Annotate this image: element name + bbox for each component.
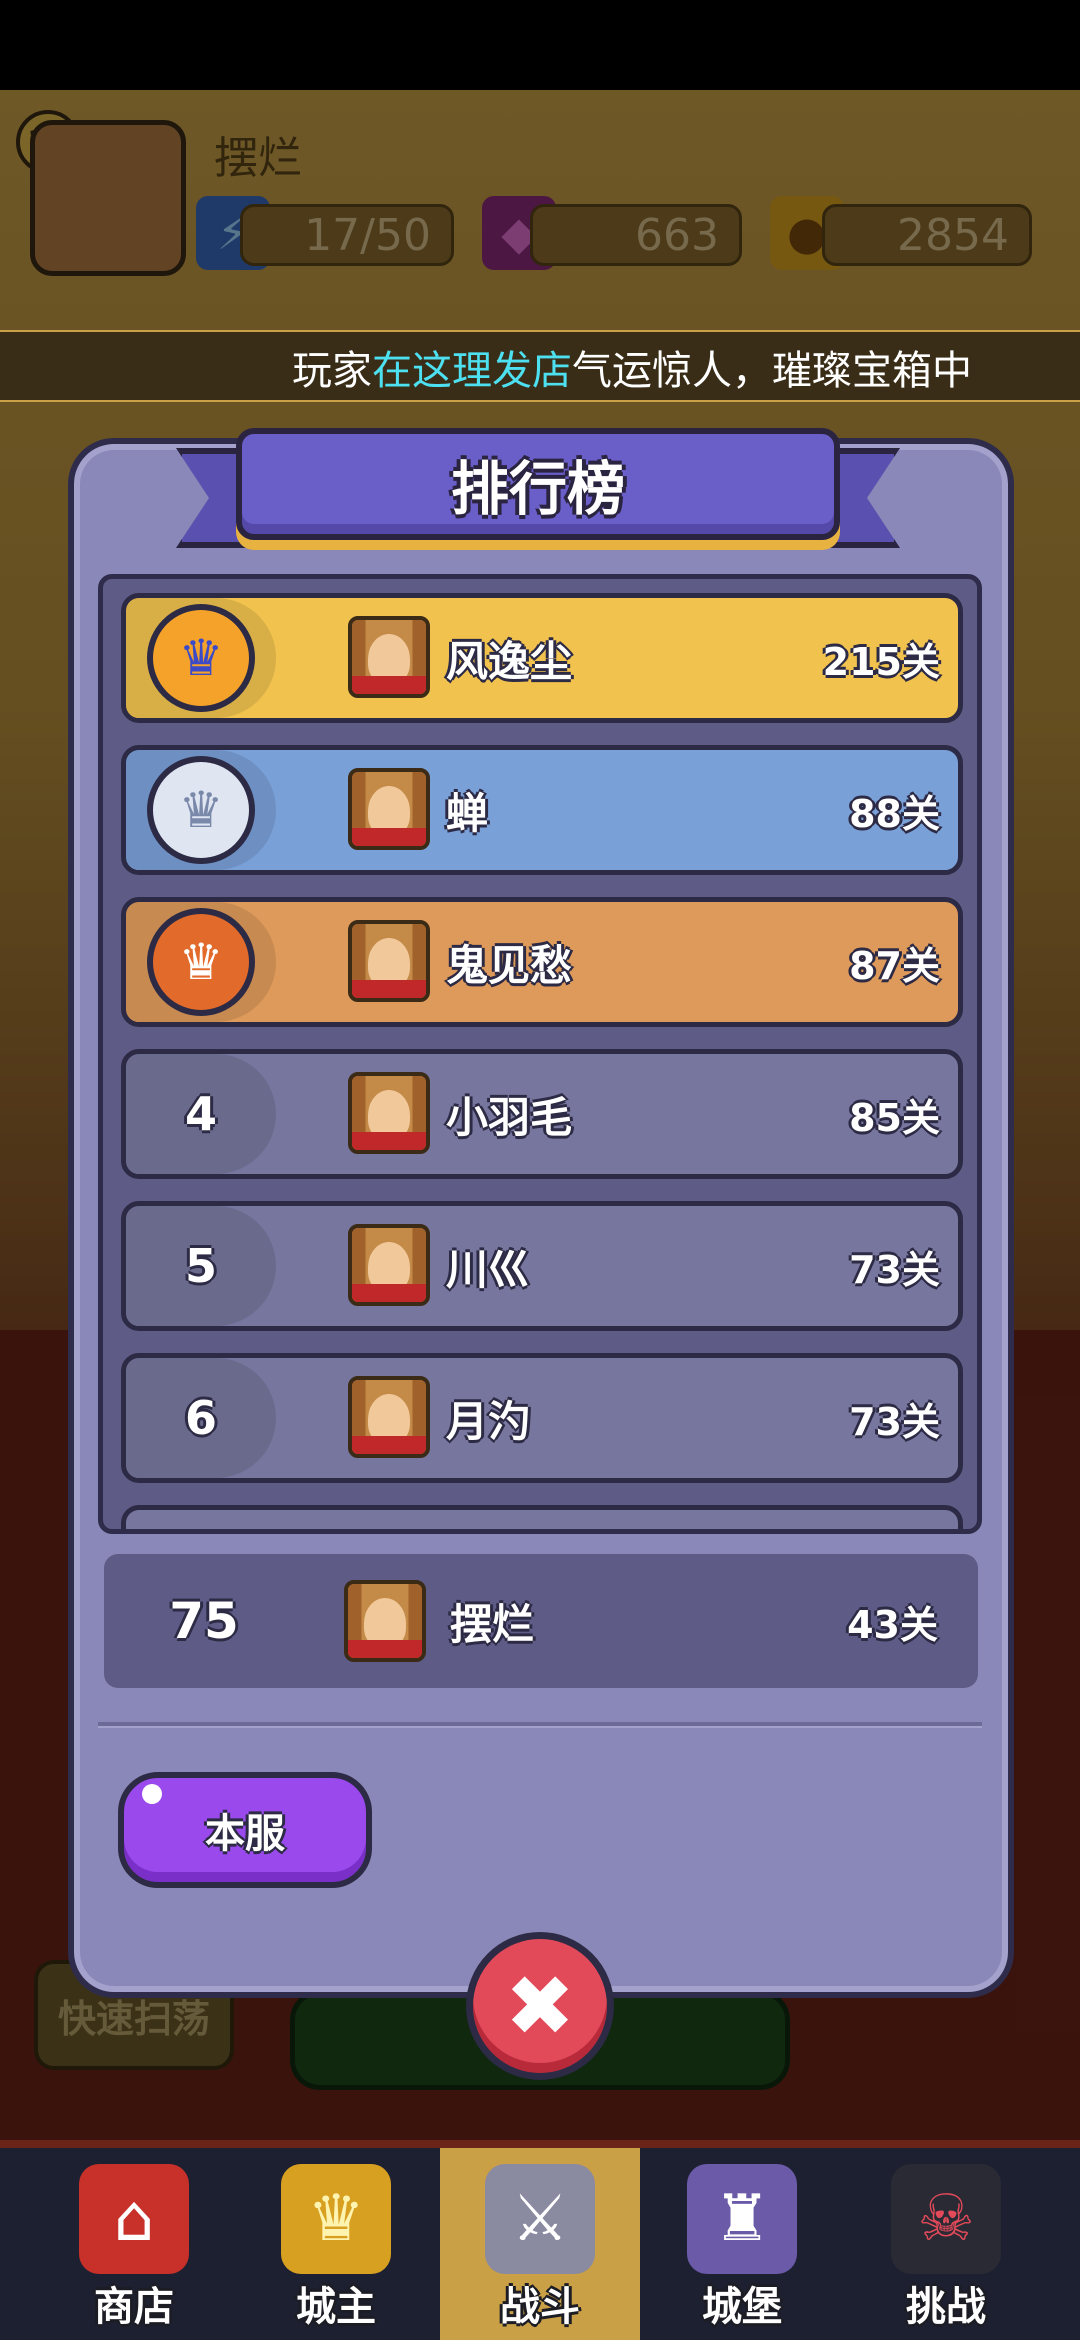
nav-shop[interactable]: ⌂ 商店 xyxy=(34,2148,234,2340)
avatar xyxy=(348,1224,430,1306)
marquee-text-end: 气运惊人，璀璨宝箱中 xyxy=(572,348,972,394)
nav-label: 挑战 xyxy=(906,2284,986,2330)
announcement-marquee: 玩家在这理发店气运惊人，璀璨宝箱中 xyxy=(0,330,1080,402)
rank-cell: ♛ xyxy=(126,750,276,870)
player-name: 川巛 xyxy=(446,1244,531,1294)
nav-challenge[interactable]: ☠ 挑战 xyxy=(846,2148,1046,2340)
demon-icon: ☠ xyxy=(891,2164,1001,2274)
ranking-row[interactable]: ♛ 风逸尘 215关 xyxy=(121,593,963,723)
rank-cell: ♛ xyxy=(126,598,276,718)
close-icon: ✖ xyxy=(504,1957,576,2055)
marquee-highlight: 在这理发店 xyxy=(372,348,572,394)
my-name: 摆烂 xyxy=(450,1599,535,1649)
player-name: 风逸尘 xyxy=(446,636,573,686)
avatar xyxy=(344,1580,426,1662)
my-stage-score: 43关 xyxy=(847,1602,938,1647)
player-name: 鬼见愁 xyxy=(446,940,573,990)
ranking-row-partial[interactable] xyxy=(121,1505,963,1529)
nav-label: 城堡 xyxy=(702,2284,782,2330)
button-shine xyxy=(142,1784,162,1804)
stage-score: 85关 xyxy=(849,1095,940,1140)
castle-icon: ♜ xyxy=(687,2164,797,2274)
avatar xyxy=(348,616,430,698)
avatar xyxy=(348,920,430,1002)
nav-label: 城主 xyxy=(296,2284,376,2330)
player-name: 月汋 xyxy=(446,1396,531,1446)
player-name: 蝉 xyxy=(446,788,489,838)
divider xyxy=(98,1722,982,1728)
ranking-row[interactable]: 4 小羽毛 85关 xyxy=(121,1049,963,1179)
nav-label: 商店 xyxy=(94,2284,174,2330)
stage-score: 215关 xyxy=(822,639,940,684)
avatar xyxy=(348,1072,430,1154)
rank-number: 4 xyxy=(184,1087,217,1141)
close-button[interactable]: ✖ xyxy=(466,1932,614,2080)
rank-number: 6 xyxy=(184,1391,217,1445)
nav-label: 战斗 xyxy=(500,2284,580,2330)
shop-icon: ⌂ xyxy=(79,2164,189,2274)
ranking-row[interactable]: ♛ 鬼见愁 87关 xyxy=(121,897,963,1027)
rank-cell: 6 xyxy=(126,1358,276,1478)
avatar xyxy=(348,1376,430,1458)
stage-score: 73关 xyxy=(849,1247,940,1292)
nav-battle[interactable]: ⚔ 战斗 xyxy=(440,2148,640,2340)
ranking-list[interactable]: ♛ 风逸尘 215关 ♛ 蝉 88关 ♛ 鬼见愁 87关 4 小羽毛 85关 5… xyxy=(98,574,982,1534)
bronze-medal-icon: ♛ xyxy=(147,908,255,1016)
my-rank-number: 75 xyxy=(169,1592,239,1650)
ranking-row[interactable]: ♛ 蝉 88关 xyxy=(121,745,963,875)
silver-medal-icon: ♛ xyxy=(147,756,255,864)
ranking-row[interactable]: 6 月汋 73关 xyxy=(121,1353,963,1483)
nav-castle[interactable]: ♜ 城堡 xyxy=(642,2148,842,2340)
gold-medal-icon: ♛ xyxy=(147,604,255,712)
crossed-swords-icon: ⚔ xyxy=(485,2164,595,2274)
rank-cell: 4 xyxy=(126,1054,276,1174)
ranking-row[interactable]: 5 川巛 73关 xyxy=(121,1201,963,1331)
server-filter-label: 本服 xyxy=(205,1811,285,1857)
stage-score: 87关 xyxy=(849,943,940,988)
my-ranking-row: 75 摆烂 43关 xyxy=(104,1554,978,1688)
nav-lord[interactable]: ♛ 城主 xyxy=(236,2148,436,2340)
rank-cell: 5 xyxy=(126,1206,276,1326)
marquee-text-start: 玩家 xyxy=(292,348,372,394)
avatar xyxy=(348,768,430,850)
crown-icon: ♛ xyxy=(281,2164,391,2274)
stage-score: 73关 xyxy=(849,1399,940,1444)
stage-score: 88关 xyxy=(849,791,940,836)
rank-number: 5 xyxy=(184,1239,217,1293)
status-bar xyxy=(0,0,1080,90)
rank-cell: ♛ xyxy=(126,902,276,1022)
modal-title: 排行榜 xyxy=(450,455,625,523)
player-name: 小羽毛 xyxy=(446,1092,573,1142)
